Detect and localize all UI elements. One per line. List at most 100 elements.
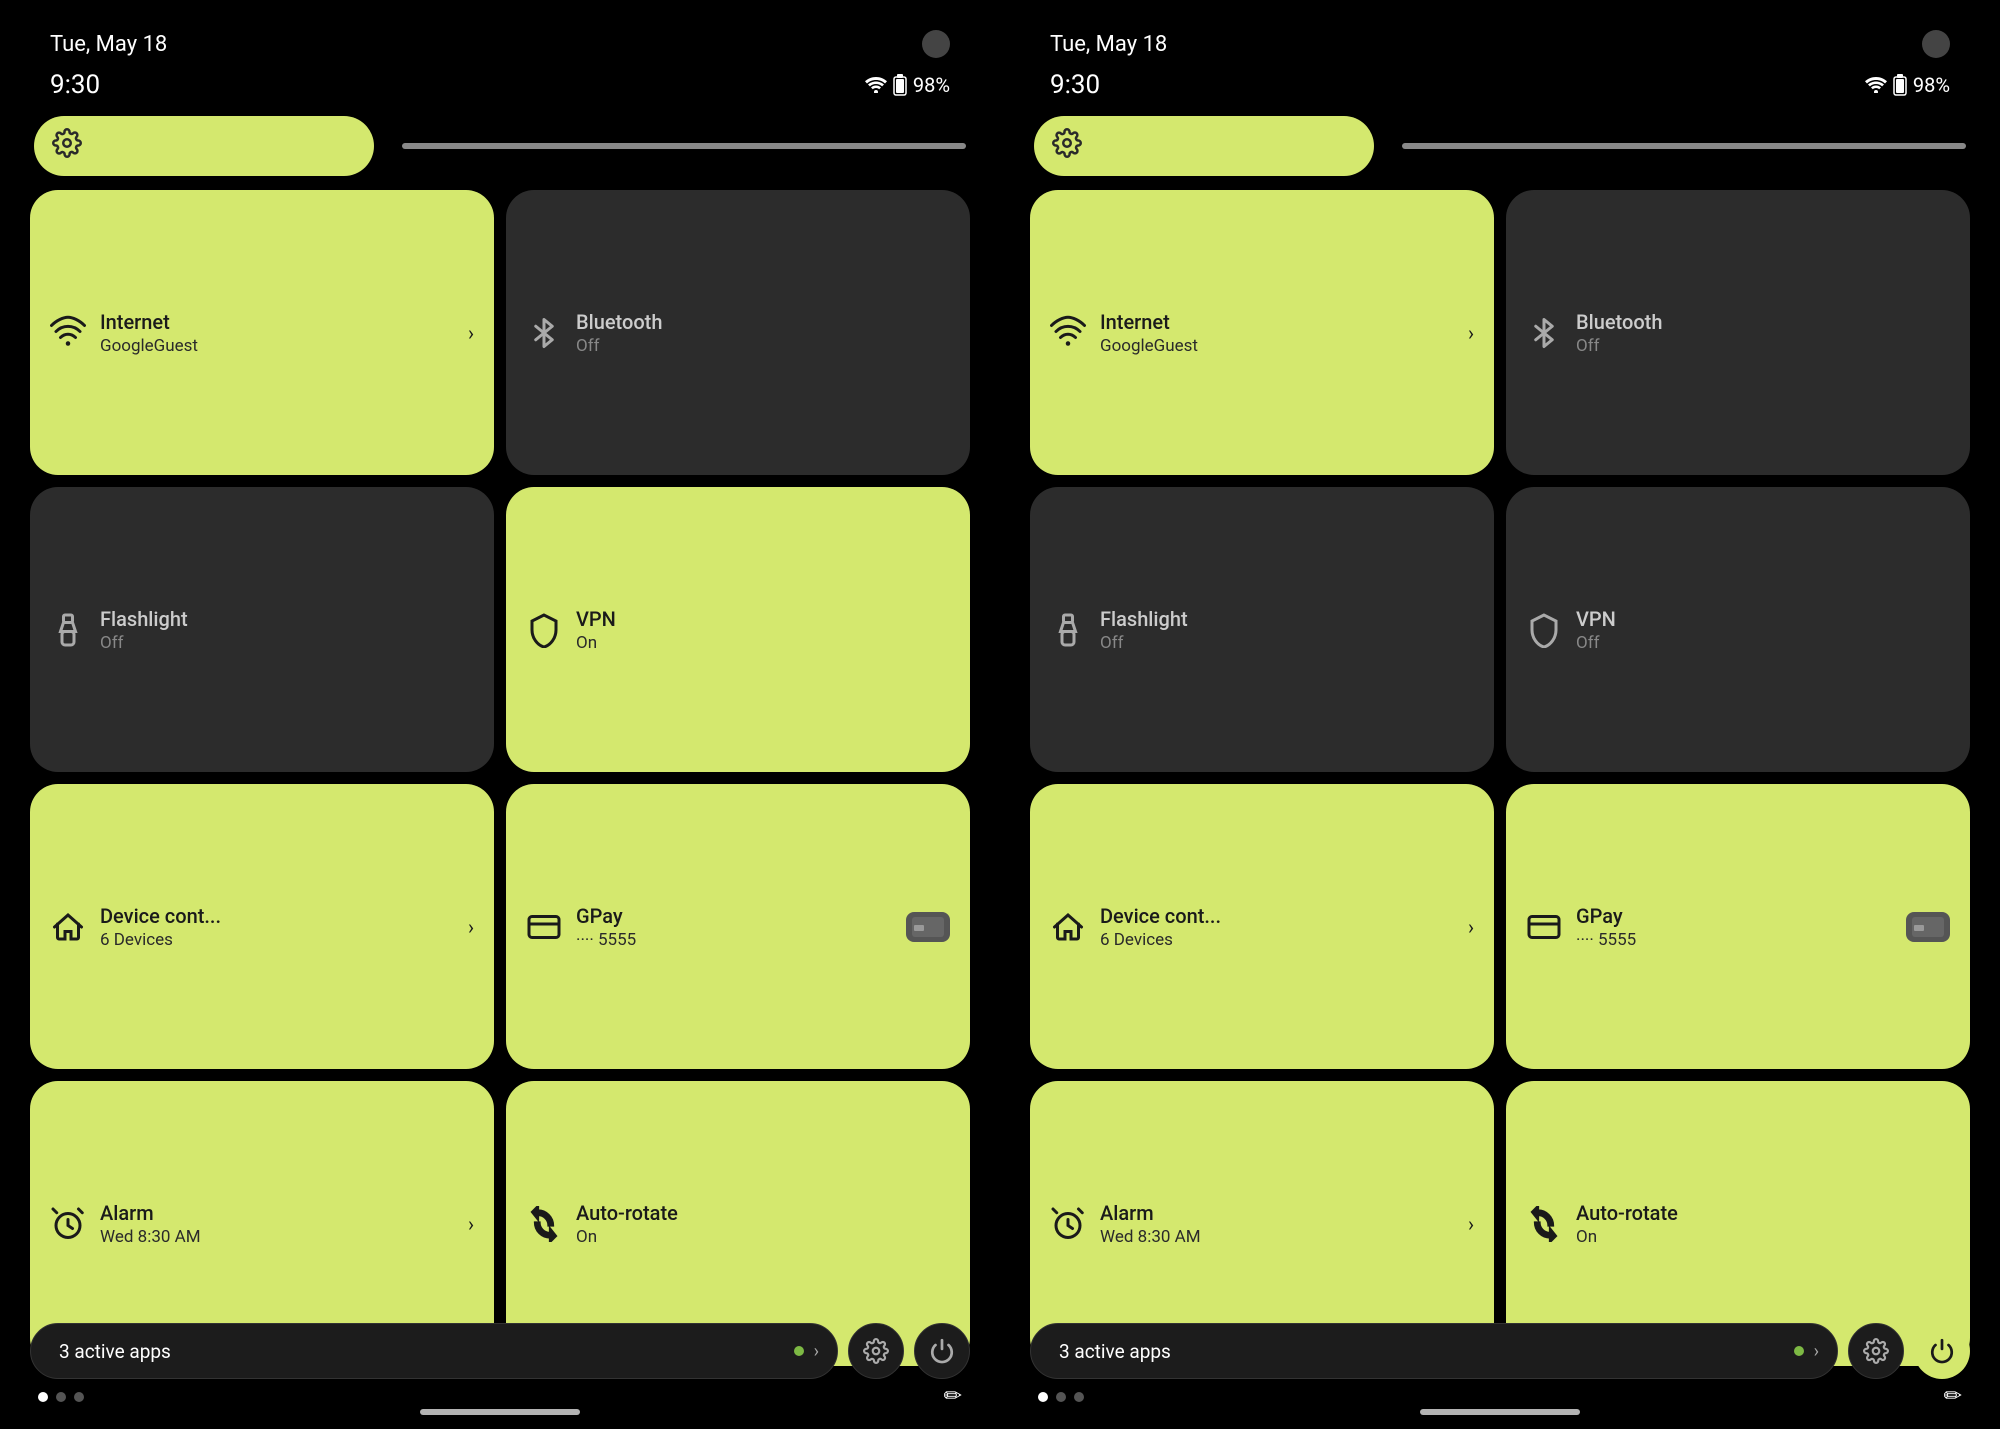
tile-text: VPN Off <box>1576 607 1616 653</box>
card-icon <box>526 909 562 945</box>
flashlight-icon <box>50 612 86 648</box>
tile-title: GPay <box>576 904 636 928</box>
left-panel: Tue, May 18 9:30 98% <box>0 0 1000 1429</box>
vpn-icon <box>526 612 562 648</box>
tile-chevron: › <box>468 321 474 345</box>
tile-subtitle: GoogleGuest <box>1100 336 1198 356</box>
battery-icon <box>1893 74 1907 96</box>
settings-button[interactable] <box>1848 1323 1904 1379</box>
brightness-icon <box>1052 128 1082 165</box>
tile-bluetooth[interactable]: Bluetooth Off <box>1506 190 1970 475</box>
tile-bluetooth[interactable]: Bluetooth Off <box>506 190 970 475</box>
status-date: Tue, May 18 <box>50 32 167 57</box>
tile-text: Internet GoogleGuest <box>1100 310 1198 356</box>
tile-subtitle: Wed 8:30 AM <box>100 1227 201 1247</box>
tile-device[interactable]: Device cont... 6 Devices › <box>1030 784 1494 1069</box>
tile-title: Alarm <box>1100 1201 1201 1225</box>
alarm-icon <box>1050 1206 1086 1242</box>
page-dot-1[interactable] <box>56 1392 66 1402</box>
bottom-bar: 3 active apps › <box>1030 1323 1970 1379</box>
page-dot-2[interactable] <box>1074 1392 1084 1402</box>
active-apps-pill[interactable]: 3 active apps › <box>1030 1323 1838 1379</box>
battery-percentage: 98% <box>1913 73 1950 97</box>
status-bar-time: 9:30 98% <box>1030 66 1970 116</box>
page-dot-2[interactable] <box>74 1392 84 1402</box>
brightness-pill[interactable] <box>1034 116 1374 176</box>
tile-device[interactable]: Device cont... 6 Devices › <box>30 784 494 1069</box>
active-apps-label: 3 active apps <box>1059 1340 1784 1363</box>
camera-indicator <box>922 30 950 58</box>
gpay-card-icon <box>906 912 950 942</box>
wifi-icon <box>50 315 86 351</box>
brightness-pill[interactable] <box>34 116 374 176</box>
tile-text: Auto-rotate On <box>576 1201 678 1247</box>
tile-chevron: › <box>468 1212 474 1236</box>
tile-text: VPN On <box>576 607 616 653</box>
tile-title: VPN <box>576 607 616 631</box>
brightness-row <box>1030 116 1970 176</box>
tile-internet[interactable]: Internet GoogleGuest › <box>1030 190 1494 475</box>
tile-text: Auto-rotate On <box>1576 1201 1678 1247</box>
tile-title: Flashlight <box>1100 607 1188 631</box>
tile-subtitle: GoogleGuest <box>100 336 198 356</box>
rotate-icon <box>526 1206 562 1242</box>
rotate-icon <box>1526 1206 1562 1242</box>
tile-chevron: › <box>1468 915 1474 939</box>
tile-title: VPN <box>1576 607 1616 631</box>
power-button[interactable] <box>1914 1323 1970 1379</box>
tile-title: Bluetooth <box>576 310 662 334</box>
tile-subtitle: Off <box>1576 633 1616 653</box>
status-bar-time: 9:30 98% <box>30 66 970 116</box>
tile-subtitle: ···· 5555 <box>576 930 636 950</box>
active-apps-pill[interactable]: 3 active apps › <box>30 1323 838 1379</box>
page-dot-0[interactable] <box>38 1392 48 1402</box>
tile-internet[interactable]: Internet GoogleGuest › <box>30 190 494 475</box>
tile-subtitle: On <box>1576 1227 1678 1247</box>
tile-title: Device cont... <box>100 904 221 928</box>
active-dot <box>794 1346 804 1356</box>
edit-icon[interactable]: ✏ <box>944 1384 962 1409</box>
status-icons: 98% <box>865 73 950 97</box>
tile-gpay[interactable]: GPay ···· 5555 <box>1506 784 1970 1069</box>
settings-button[interactable] <box>848 1323 904 1379</box>
tile-vpn[interactable]: VPN Off <box>1506 487 1970 772</box>
brightness-icon <box>52 128 82 165</box>
flashlight-icon <box>1050 612 1086 648</box>
vpn-icon <box>1526 612 1562 648</box>
brightness-slider[interactable] <box>402 143 966 149</box>
tile-title: GPay <box>1576 904 1636 928</box>
tile-title: Flashlight <box>100 607 188 631</box>
tile-text: GPay ···· 5555 <box>576 904 636 950</box>
bt-icon <box>1526 315 1562 351</box>
main-container: Tue, May 18 9:30 98% <box>0 0 2000 1429</box>
edit-icon[interactable]: ✏ <box>1944 1384 1962 1409</box>
tile-text: Internet GoogleGuest <box>100 310 198 356</box>
tile-subtitle: Off <box>1576 336 1662 356</box>
tile-flashlight[interactable]: Flashlight Off <box>30 487 494 772</box>
tile-subtitle: On <box>576 633 616 653</box>
alarm-icon <box>50 1206 86 1242</box>
battery-icon <box>893 74 907 96</box>
active-apps-chevron: › <box>1814 1341 1819 1362</box>
status-icons: 98% <box>1865 73 1950 97</box>
tile-vpn[interactable]: VPN On <box>506 487 970 772</box>
tile-text: Bluetooth Off <box>576 310 662 356</box>
tile-subtitle: Off <box>576 336 662 356</box>
status-bar: Tue, May 18 <box>1030 20 1970 58</box>
tile-title: Internet <box>100 310 198 334</box>
page-dots <box>1038 1392 1084 1402</box>
tile-subtitle: ···· 5555 <box>1576 930 1636 950</box>
brightness-slider[interactable] <box>1402 143 1966 149</box>
tile-subtitle: 6 Devices <box>1100 930 1221 950</box>
bottom-bar: 3 active apps › <box>30 1323 970 1379</box>
power-button[interactable] <box>914 1323 970 1379</box>
brightness-row <box>30 116 970 176</box>
tile-text: Flashlight Off <box>100 607 188 653</box>
tile-gpay[interactable]: GPay ···· 5555 <box>506 784 970 1069</box>
right-panel: Tue, May 18 9:30 98% <box>1000 0 2000 1429</box>
tile-flashlight[interactable]: Flashlight Off <box>1030 487 1494 772</box>
tile-title: Auto-rotate <box>576 1201 678 1225</box>
page-dot-1[interactable] <box>1056 1392 1066 1402</box>
tile-text: Alarm Wed 8:30 AM <box>1100 1201 1201 1247</box>
page-dot-0[interactable] <box>1038 1392 1048 1402</box>
